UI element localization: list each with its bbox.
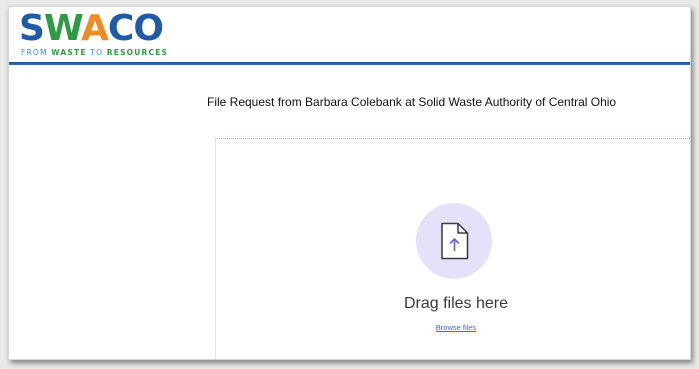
upload-icon-circle <box>416 203 492 279</box>
header: SWACO FROM WASTE TO RESOURCES <box>9 7 690 62</box>
swaco-logo: SWACO FROM WASTE TO RESOURCES <box>19 8 214 61</box>
logo-tagline: FROM WASTE TO RESOURCES <box>21 48 169 57</box>
file-drop-zone[interactable]: Drag files here Browse files <box>215 138 690 359</box>
browse-files-link[interactable]: Browse files <box>216 323 690 332</box>
header-divider <box>9 62 690 65</box>
logo-wordmark: SWACO <box>19 8 164 49</box>
drag-files-label: Drag files here <box>403 295 509 312</box>
request-title: File Request from Barbara Colebank at So… <box>207 95 617 109</box>
file-upload-icon <box>441 222 469 260</box>
page-window: SWACO FROM WASTE TO RESOURCES File Reque… <box>8 6 691 360</box>
